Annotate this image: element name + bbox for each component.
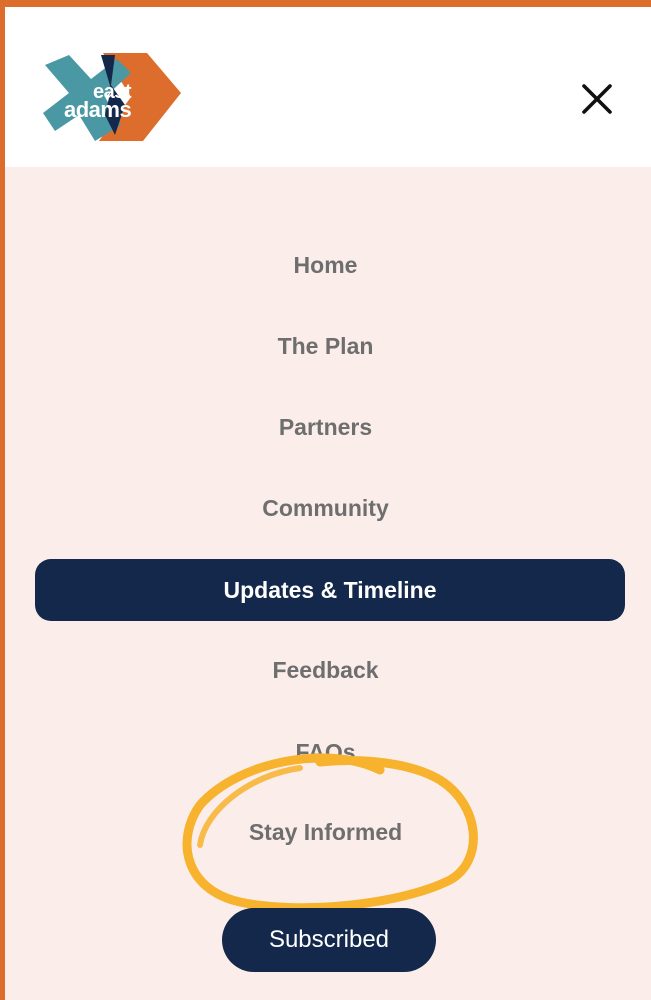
subscribed-button[interactable]: Subscribed — [222, 908, 436, 972]
nav-item-home[interactable]: Home — [0, 252, 651, 279]
close-icon — [582, 84, 612, 114]
nav-item-the-plan[interactable]: The Plan — [0, 333, 651, 360]
nav-item-faqs[interactable]: FAQs — [0, 739, 651, 766]
nav-item-stay-informed[interactable]: Stay Informed — [0, 819, 651, 846]
nav-item-updates-timeline[interactable]: Updates & Timeline — [35, 559, 625, 621]
page-top-border — [0, 0, 651, 7]
east-adams-logo[interactable]: east adams — [35, 45, 185, 145]
nav-item-feedback[interactable]: Feedback — [0, 657, 651, 684]
nav-item-community[interactable]: Community — [0, 495, 651, 522]
nav-item-partners[interactable]: Partners — [0, 414, 651, 441]
site-header: east adams — [5, 7, 651, 167]
close-menu-button[interactable] — [575, 77, 619, 121]
logo-text-adams: adams — [64, 97, 132, 122]
